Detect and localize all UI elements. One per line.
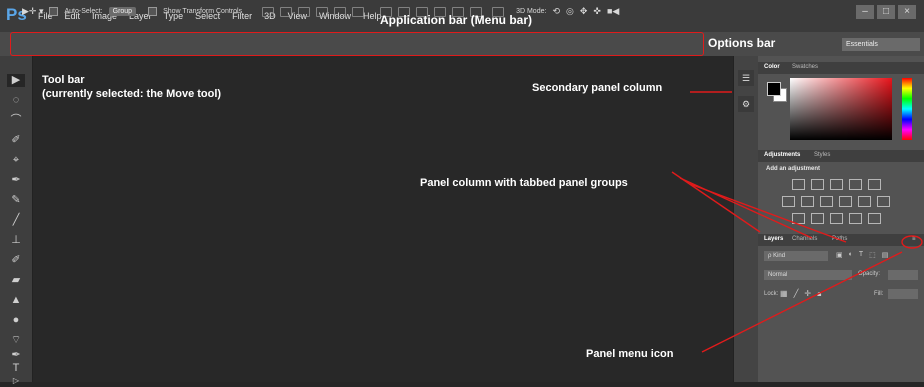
anno-panel-menu-icon: Panel menu icon [586, 348, 674, 360]
anno-tool-bar-note: (currently selected: the Move tool) [42, 88, 222, 100]
annotation-lines [671, 91, 923, 353]
panel-column-pointer-3 [689, 183, 847, 243]
anno-panel-column: Panel column with tabbed panel groups [420, 177, 628, 189]
panel-menu-highlight [901, 235, 923, 249]
anno-tool-bar: Tool bar [42, 74, 85, 86]
anno-options-bar: Options bar [708, 36, 776, 50]
panel-menu-pointer [701, 251, 903, 353]
anno-secondary-panel: Secondary panel column [532, 82, 663, 94]
anno-application-bar: Application bar (Menu bar) [380, 13, 533, 27]
